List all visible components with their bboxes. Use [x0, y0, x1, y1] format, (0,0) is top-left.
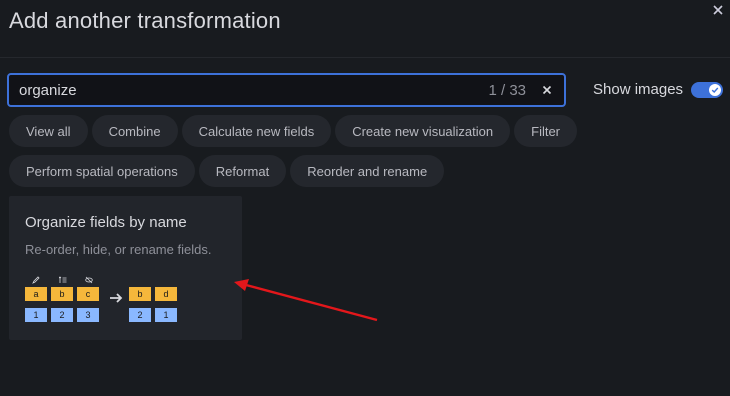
search-input[interactable]: [19, 81, 489, 99]
header-divider: [0, 57, 730, 58]
after-header-cell: b: [129, 287, 151, 301]
filter-chips-row-1: View all Combine Calculate new fields Cr…: [9, 115, 578, 147]
chip-perform-spatial-operations[interactable]: Perform spatial operations: [9, 155, 195, 187]
after-value-cell: 2: [129, 308, 151, 322]
reorder-icon: [59, 276, 67, 283]
clear-search-button[interactable]: [538, 81, 556, 99]
show-images-control: Show images: [593, 81, 724, 98]
filter-chips-row-2: Perform spatial operations Reformat Reor…: [9, 155, 445, 187]
show-images-label: Show images: [593, 81, 684, 98]
arrow-right-icon: [110, 293, 123, 303]
chip-create-new-visualization[interactable]: Create new visualization: [335, 115, 511, 147]
show-images-toggle[interactable]: [691, 81, 724, 98]
search-result-count: 1 / 33: [488, 81, 526, 99]
close-dialog-button[interactable]: [710, 2, 726, 18]
eye-off-icon: [85, 276, 93, 284]
after-header-cell: d: [155, 287, 177, 301]
before-value-cell: 2: [51, 308, 73, 322]
pencil-icon: [32, 276, 40, 284]
before-header-cell: c: [77, 287, 99, 301]
chip-combine[interactable]: Combine: [91, 115, 178, 147]
chip-reformat[interactable]: Reformat: [198, 155, 287, 187]
close-icon: [713, 5, 723, 15]
annotation-arrow-line: [245, 283, 378, 322]
chip-view-all[interactable]: View all: [9, 115, 88, 147]
dialog-title: Add another transformation: [9, 8, 281, 33]
before-value-cell: 1: [25, 308, 47, 322]
search-field[interactable]: 1 / 33: [7, 73, 566, 107]
close-icon: [542, 85, 552, 95]
transformation-card-organize-fields[interactable]: Organize fields by name Re-order, hide, …: [9, 196, 242, 340]
card-title: Organize fields by name: [25, 214, 187, 231]
before-header-cell: b: [51, 287, 73, 301]
after-value-cell: 1: [155, 308, 177, 322]
chip-filter[interactable]: Filter: [514, 115, 578, 147]
before-header-cell: a: [25, 287, 47, 301]
chip-reorder-and-rename[interactable]: Reorder and rename: [290, 155, 445, 187]
check-icon: [711, 87, 719, 93]
card-description: Re-order, hide, or rename fields.: [25, 242, 212, 257]
before-value-cell: 3: [77, 308, 99, 322]
chip-calculate-new-fields[interactable]: Calculate new fields: [181, 115, 332, 147]
toggle-knob: [709, 83, 722, 96]
